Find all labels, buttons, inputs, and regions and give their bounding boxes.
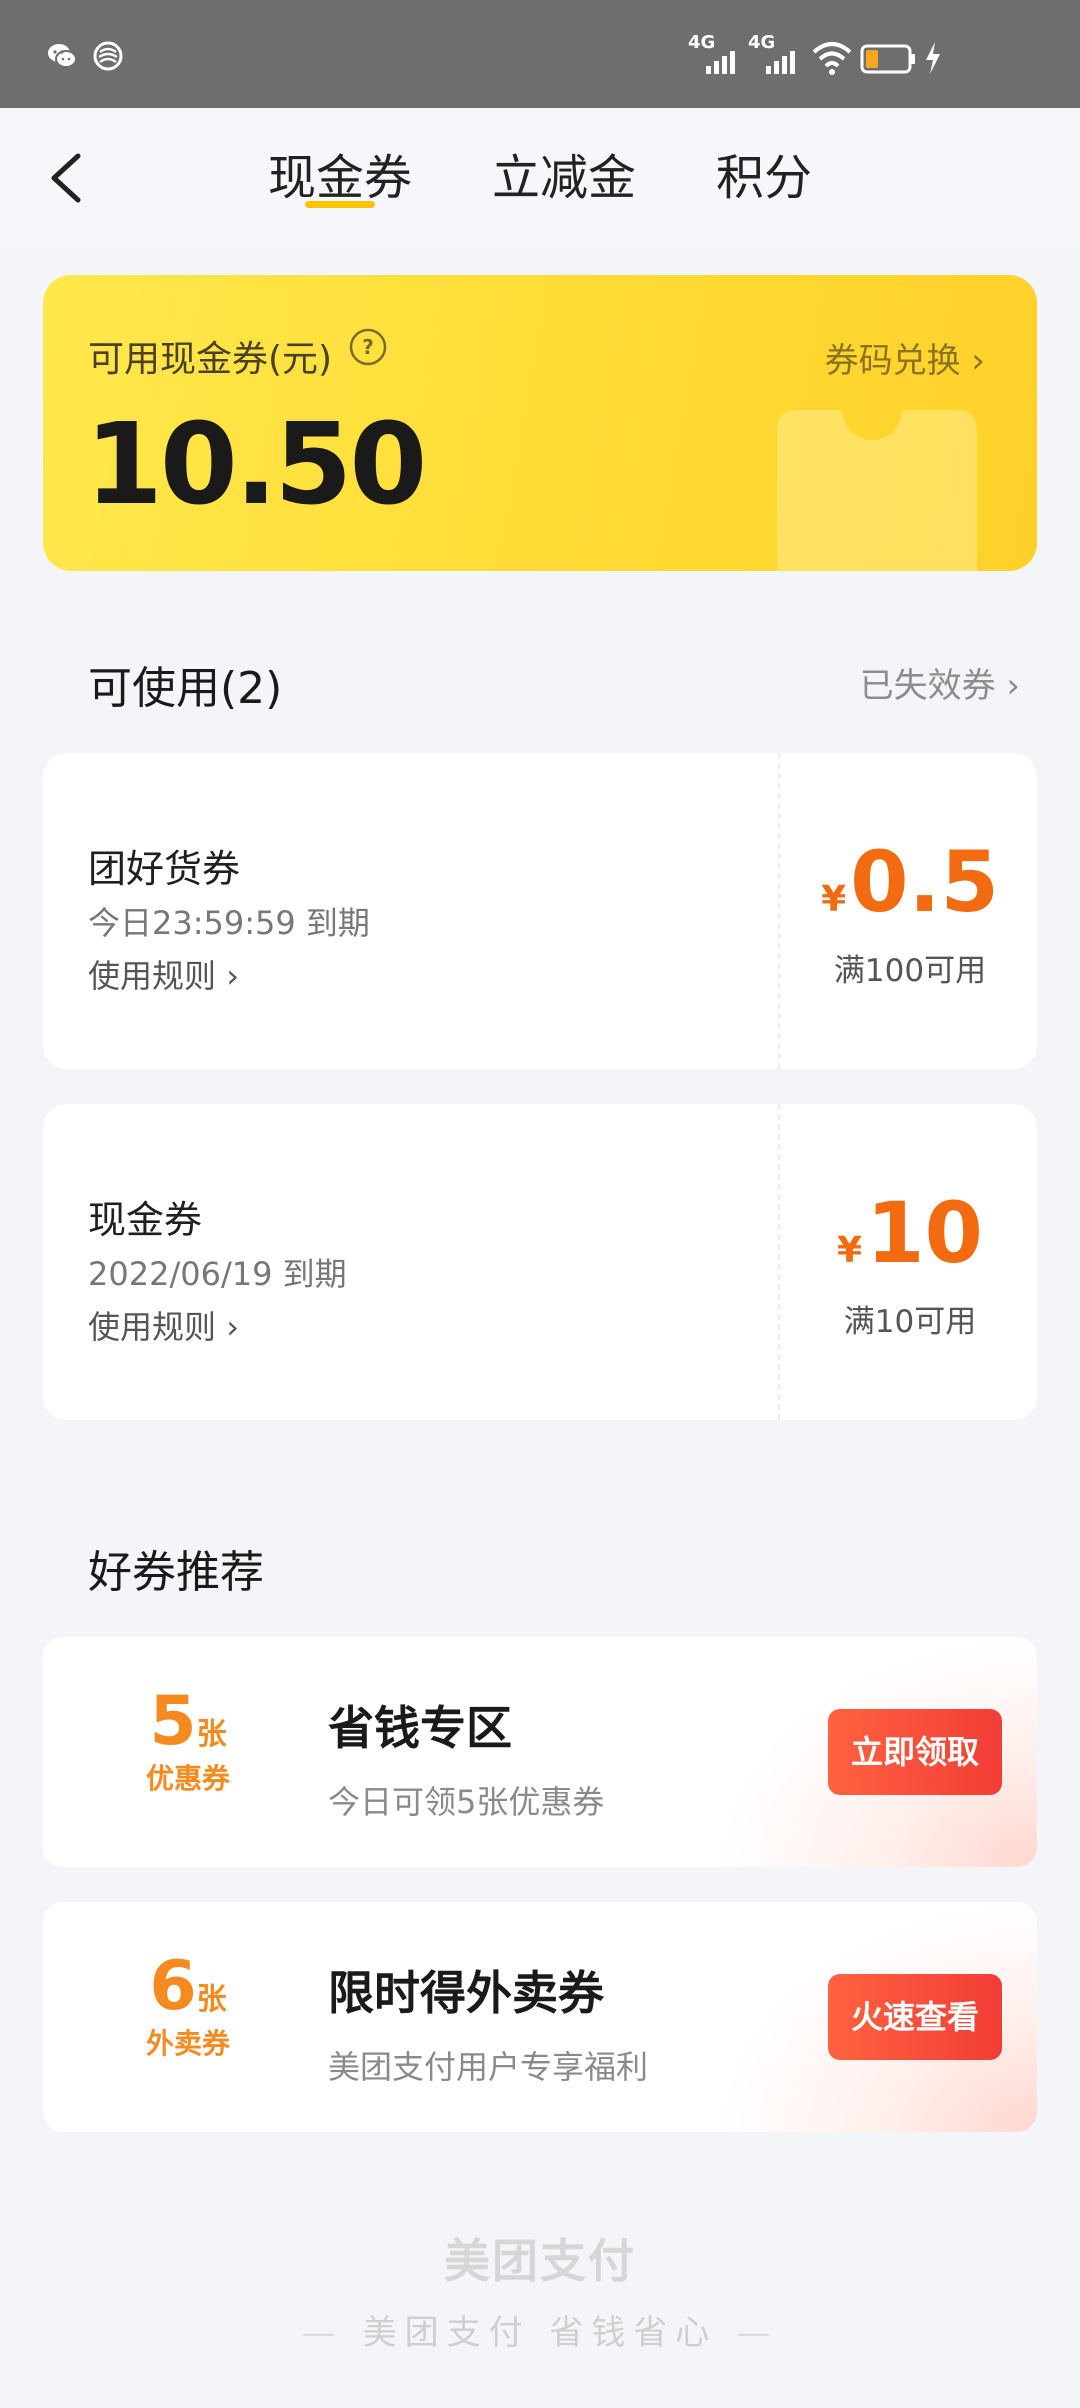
currency-symbol: ¥	[837, 1230, 863, 1271]
promo-card[interactable]: 5张 优惠券 省钱专区 今日可领5张优惠券 立即领取	[43, 1637, 1037, 1867]
promo-count: 6	[149, 1947, 197, 2026]
coupon-expiry: 今日23:59:59 到期	[88, 904, 370, 942]
chevron-right-icon: ›	[226, 1308, 239, 1346]
promo-badge: 6张 外卖券	[113, 1953, 263, 2062]
promo-title: 省钱专区	[328, 1701, 512, 1755]
china-mobile-icon	[93, 41, 123, 71]
signal-4g-2-icon: 4G	[748, 32, 798, 78]
usage-rules-link[interactable]: 使用规则 ›	[88, 1302, 239, 1348]
promo-card[interactable]: 6张 外卖券 限时得外卖券 美团支付用户专享福利 火速查看	[43, 1902, 1037, 2132]
balance-amount: 10.50	[85, 400, 427, 530]
coupon-condition: 满10可用	[843, 1304, 977, 1340]
promo-subtitle: 今日可领5张优惠券	[328, 1783, 605, 1821]
recommend-section-title: 好券推荐	[88, 1547, 264, 1598]
coupon-value: 10	[866, 1184, 983, 1282]
promo-title: 限时得外卖券	[328, 1966, 604, 2020]
coupon-divider	[778, 753, 780, 1069]
coupon-card[interactable]: 团好货券 今日23:59:59 到期 使用规则 › ¥0.5 满100可用	[43, 753, 1037, 1069]
promo-type: 外卖券	[145, 2027, 230, 2060]
available-balance-label: 可用现金券(元)	[88, 339, 333, 380]
coupon-amount: ¥10	[783, 1184, 1037, 1282]
help-icon[interactable]: ?	[348, 327, 388, 367]
redeem-code-link[interactable]: 券码兑换 ›	[825, 333, 985, 382]
svg-text:?: ?	[362, 335, 374, 359]
available-section-title: 可使用(2)	[88, 663, 283, 714]
tab-points[interactable]: 积分	[716, 138, 812, 208]
coupon-expiry: 2022/06/19 到期	[88, 1255, 347, 1293]
view-now-button[interactable]: 火速查看	[828, 1974, 1002, 2060]
tab-cash-coupon[interactable]: 现金券	[268, 138, 412, 208]
footer-brand: 美团支付	[444, 2234, 636, 2288]
coupon-card[interactable]: 现金券 2022/06/19 到期 使用规则 › ¥10 满10可用	[43, 1104, 1037, 1420]
nav-bar: 现金券 立减金 积分	[0, 108, 1080, 248]
footer-slogan-text: 美团支付 省钱省心	[362, 2313, 718, 2353]
chevron-right-icon: ›	[1006, 666, 1020, 706]
promo-badge: 5张 优惠券	[113, 1688, 263, 1797]
usage-rules-link[interactable]: 使用规则 ›	[88, 951, 239, 997]
coupon-value: 0.5	[850, 833, 999, 931]
promo-unit: 张	[196, 1982, 227, 2017]
back-arrow-icon[interactable]	[40, 138, 100, 218]
usage-rules-label: 使用规则	[88, 957, 217, 995]
charging-icon	[926, 42, 940, 74]
coupon-condition: 满100可用	[833, 953, 987, 989]
coupon-divider	[778, 1104, 780, 1420]
promo-count: 5	[149, 1682, 197, 1761]
cash-coupon-summary-card: 可用现金券(元) ? 10.50 券码兑换 ›	[43, 275, 1037, 571]
battery-icon	[860, 44, 915, 74]
status-bar: 4G 4G	[0, 0, 1080, 108]
coupon-amount: ¥0.5	[783, 833, 1037, 931]
chevron-right-icon: ›	[226, 957, 239, 995]
wechat-icon	[48, 44, 77, 68]
redeem-code-label: 券码兑换	[824, 341, 961, 381]
expired-coupons-link[interactable]: 已失效券 ›	[860, 658, 1020, 707]
dash-decoration: —	[301, 2313, 363, 2353]
tab-instant-discount[interactable]: 立减金	[492, 138, 636, 208]
currency-symbol: ¥	[821, 879, 847, 920]
active-tab-indicator	[305, 201, 375, 208]
chevron-right-icon: ›	[971, 341, 985, 381]
promo-subtitle: 美团支付用户专享福利	[328, 2048, 649, 2086]
promo-type: 优惠券	[145, 1762, 230, 1795]
signal-4g-1-icon: 4G	[688, 32, 738, 78]
wifi-icon	[812, 42, 852, 75]
footer-slogan: — 美团支付 省钱省心 —	[0, 2305, 1080, 2354]
claim-now-button[interactable]: 立即领取	[828, 1709, 1002, 1795]
ticket-decoration-icon	[777, 410, 977, 571]
usage-rules-label: 使用规则	[88, 1308, 217, 1346]
promo-unit: 张	[196, 1717, 227, 1752]
coupon-name: 现金券	[88, 1198, 203, 1242]
coupon-name: 团好货券	[88, 847, 241, 891]
dash-decoration: —	[736, 2313, 779, 2353]
expired-coupons-label: 已失效券	[859, 666, 996, 706]
